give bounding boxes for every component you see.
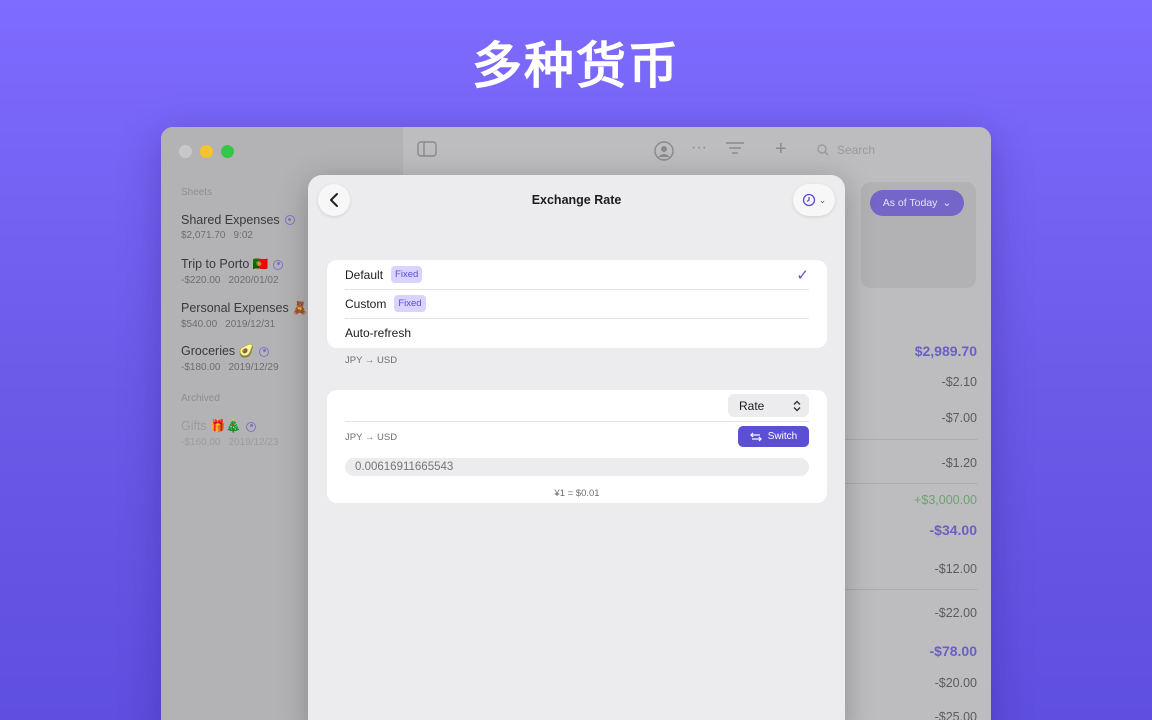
plus-icon[interactable]: + — [775, 138, 787, 161]
entry-amount: -$22.00 — [934, 606, 977, 620]
option-default[interactable]: Default Fixed ✓ — [345, 260, 809, 289]
search-icon — [817, 144, 829, 156]
rate-input[interactable] — [345, 458, 809, 476]
option-auto-refresh[interactable]: Auto-refresh — [345, 318, 809, 347]
rate-select-value: Rate — [739, 398, 765, 413]
entry-amount: +$3,000.00 — [914, 493, 977, 507]
filter-icon[interactable] — [725, 141, 745, 160]
sidebar-item-label: Personal Expenses 🧸 — [181, 301, 308, 315]
exchange-rate-sheet: Exchange Rate ⌄ Default Fixed ✓ Custom F… — [308, 175, 845, 720]
minimize-window-button[interactable] — [200, 145, 213, 158]
sidebar-item-date: 9:02 — [233, 230, 253, 241]
search-field[interactable]: Search — [817, 143, 875, 157]
group-total-amount: -$78.00 — [929, 643, 977, 659]
sidebar-item-groceries[interactable]: Groceries 🥑 -$180.00 2019/12/29 — [181, 344, 279, 373]
entry-amount: -$2.10 — [941, 375, 977, 389]
sidebar-item-date: 2020/01/02 — [228, 275, 279, 286]
entry-amount: -$20.00 — [934, 676, 977, 690]
search-placeholder: Search — [837, 143, 876, 157]
toolbar: ··· + Search — [403, 127, 991, 175]
rate-select[interactable]: Rate — [728, 394, 809, 417]
sidebar-item-date: 2019/12/23 — [228, 437, 279, 448]
option-custom[interactable]: Custom Fixed — [345, 289, 809, 318]
sidebar-section-sheets: Sheets — [181, 187, 213, 198]
sidebar-item-trip-to-porto[interactable]: Trip to Porto 🇵🇹 -$220.00 2020/01/02 — [181, 257, 284, 286]
entry-amount: -$1.20 — [941, 456, 977, 470]
sidebar-item-date: 2019/12/31 — [225, 319, 276, 330]
rate-source-card: Default Fixed ✓ Custom Fixed Auto-refres… — [327, 260, 827, 348]
sidebar-item-label: Shared Expenses — [181, 213, 280, 227]
sidebar-item-label: Gifts 🎁🎄 — [181, 419, 242, 433]
clock-icon — [802, 193, 815, 207]
zoom-window-button[interactable] — [221, 145, 234, 158]
rate-entry-card: Rate JPY → USD Switch ¥1 = $0.01 — [327, 390, 827, 503]
sidebar-section-archived: Archived — [181, 393, 220, 404]
share-icon[interactable] — [653, 141, 675, 166]
modal-title: Exchange Rate — [531, 193, 622, 207]
shared-person-icon — [284, 215, 295, 225]
sidebar-item-amount: -$220.00 — [181, 275, 221, 286]
history-menu-button[interactable]: ⌄ — [793, 184, 835, 216]
total-amount: $2,989.70 — [914, 343, 977, 359]
sidebar-item-shared-expenses[interactable]: Shared Expenses $2,071.70 9:02 — [181, 213, 295, 241]
shared-person-icon — [246, 421, 257, 432]
sidebar-item-date: 2019/12/29 — [228, 362, 279, 373]
divider — [345, 421, 809, 422]
sidebar-item-amount: $540.00 — [181, 319, 218, 330]
options-caption: JPY → USD — [345, 355, 398, 366]
rate-equivalence: ¥1 = $0.01 — [554, 488, 600, 499]
close-window-button[interactable] — [179, 145, 192, 158]
swap-arrows-icon — [749, 432, 762, 441]
chevron-down-icon: ⌄ — [942, 197, 952, 209]
chevron-down-icon: ⌄ — [818, 194, 827, 205]
option-label: Custom — [345, 296, 387, 311]
shared-person-icon — [273, 259, 284, 270]
option-label: Default — [345, 267, 384, 282]
group-total-amount: -$34.00 — [929, 522, 977, 538]
option-label: Auto-refresh — [345, 325, 412, 340]
as-of-label: As of Today — [882, 197, 938, 209]
sidebar-item-amount: $2,071.70 — [181, 230, 226, 241]
sidebar-item-gifts[interactable]: Gifts 🎁🎄 -$160.00 2019/12/23 — [181, 419, 279, 448]
hero-title: 多种货币 — [472, 37, 680, 95]
sidebar-item-label: Trip to Porto 🇵🇹 — [181, 257, 269, 271]
fixed-badge: Fixed — [391, 266, 423, 283]
currency-pair-label: JPY → USD — [345, 432, 398, 443]
sidebar-item-amount: -$180.00 — [181, 362, 221, 373]
sidebar-item-amount: -$160.00 — [181, 437, 221, 448]
switch-button[interactable]: Switch — [738, 426, 809, 447]
checkmark-icon: ✓ — [796, 266, 809, 284]
fixed-badge: Fixed — [394, 295, 426, 312]
entry-amount: -$12.00 — [934, 562, 977, 576]
sidebar-item-label: Groceries 🥑 — [181, 344, 255, 358]
window-controls — [179, 145, 234, 158]
as-of-today-button[interactable]: As of Today ⌄ — [870, 190, 964, 216]
shared-person-icon — [259, 346, 270, 357]
entry-amount: -$7.00 — [941, 411, 977, 425]
sidebar-toggle-icon[interactable] — [417, 141, 437, 162]
chevron-up-down-icon — [793, 400, 801, 411]
entry-amount: -$25.00 — [934, 710, 977, 720]
switch-label: Switch — [767, 431, 798, 442]
sidebar-item-personal-expenses[interactable]: Personal Expenses 🧸 $540.00 2019/12/31 — [181, 301, 308, 330]
more-icon[interactable]: ··· — [691, 139, 707, 157]
